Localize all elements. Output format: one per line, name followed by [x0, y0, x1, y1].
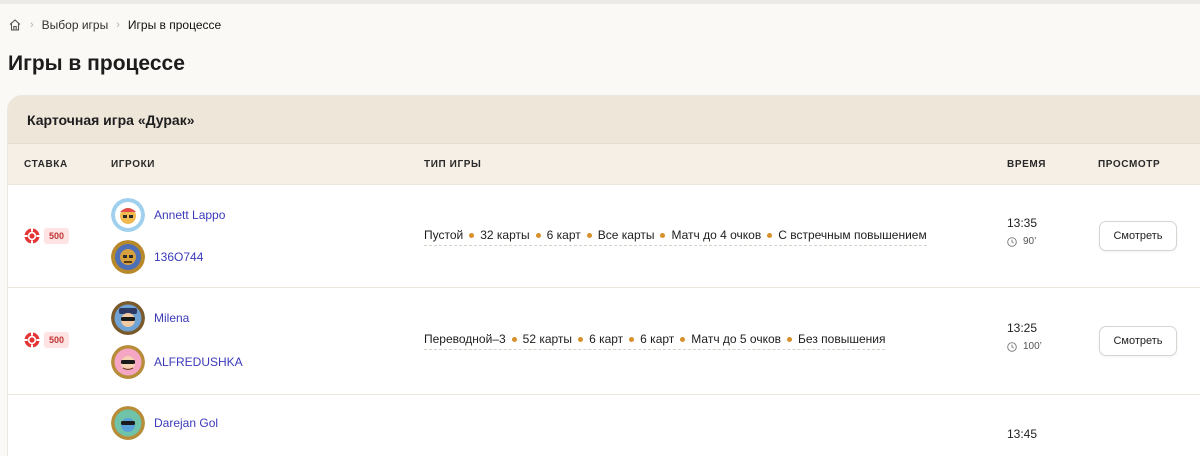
- start-time: 13:25: [1007, 321, 1038, 335]
- duration: 90’: [1007, 236, 1037, 247]
- home-icon[interactable]: [8, 18, 22, 32]
- game-type-tag: 6 карт: [546, 228, 581, 242]
- avatar[interactable]: [111, 240, 145, 274]
- bullet-dot: [511, 336, 517, 342]
- bullet-dot: [535, 232, 541, 238]
- watch-button[interactable]: Смотреть: [1099, 326, 1177, 356]
- bullet-dot: [469, 232, 475, 238]
- game-type-tag: 52 карты: [522, 332, 573, 346]
- column-stake: СТАВКА: [24, 159, 68, 170]
- stake-cell: 500: [24, 228, 70, 244]
- column-time: ВРЕМЯ: [1007, 159, 1047, 170]
- game-type-tag: Все карты: [597, 228, 655, 242]
- top-divider: [0, 0, 1200, 4]
- bullet-dot: [586, 232, 592, 238]
- poker-chip-icon: [24, 228, 40, 244]
- player-2: ALFREDUSHKA: [111, 345, 243, 379]
- game-type-tag: С встречным повышением: [778, 228, 927, 242]
- game-type-tag: 6 карт: [589, 332, 624, 346]
- bullet-dot: [578, 336, 584, 342]
- game-type-tag: Матч до 5 очков: [691, 332, 782, 346]
- avatar[interactable]: [111, 345, 145, 379]
- bullet-dot: [660, 232, 666, 238]
- clock-icon: [1007, 341, 1017, 352]
- breadcrumb-item-game-select[interactable]: Выбор игры: [42, 18, 109, 32]
- poker-chip-icon: [24, 332, 40, 348]
- bullet-dot: [629, 336, 635, 342]
- player-name[interactable]: Milena: [154, 311, 189, 325]
- stake-badge: 500: [44, 228, 70, 244]
- player-1: Milena: [111, 301, 189, 335]
- stake-cell: 500: [24, 332, 70, 348]
- game-type-tag: 32 карты: [480, 228, 530, 242]
- games-card: Карточная игра «Дурак» СТАВКА ИГРОКИ ТИП…: [8, 96, 1200, 456]
- game-type-tag: Матч до 4 очков: [671, 228, 762, 242]
- duration: 100’: [1007, 341, 1042, 352]
- time-cell: 13:35 90’: [1007, 216, 1037, 247]
- player-name[interactable]: 136O744: [154, 250, 203, 264]
- game-type-tag: Переводной–3: [424, 332, 506, 346]
- avatar[interactable]: [111, 301, 145, 335]
- bullet-dot: [680, 336, 686, 342]
- table-row: 500 Annett Lappo 136O744 Пустой 32 карты…: [8, 184, 1200, 288]
- breadcrumb-item-current: Игры в процессе: [127, 18, 222, 32]
- game-type-tag: Без повышения: [798, 332, 886, 346]
- player-name[interactable]: Annett Lappo: [154, 208, 225, 222]
- table-row: 500 Milena ALFREDUSHKA Переводной–3 52 к…: [8, 287, 1200, 395]
- chevron-right-icon: ›: [116, 19, 120, 31]
- column-game-type: ТИП ИГРЫ: [424, 159, 482, 170]
- game-type-tag: Пустой: [424, 228, 464, 242]
- duration-value: 100’: [1023, 341, 1042, 352]
- player-2: 136O744: [111, 240, 203, 274]
- avatar[interactable]: [111, 406, 145, 440]
- time-cell: 13:25 100’: [1007, 321, 1042, 352]
- clock-icon: [1007, 236, 1017, 247]
- page-title: Игры в процессе: [8, 52, 185, 75]
- player-name[interactable]: ALFREDUSHKA: [154, 355, 243, 369]
- player-1: Annett Lappo: [111, 198, 225, 232]
- game-type: Переводной–3 52 карты 6 карт 6 карт Матч…: [424, 332, 886, 350]
- duration-value: 90’: [1023, 236, 1037, 247]
- column-players: ИГРОКИ: [111, 159, 156, 170]
- start-time: 13:35: [1007, 216, 1038, 230]
- table-row: Darejan Gol 13:45: [8, 394, 1200, 456]
- card-title: Карточная игра «Дурак»: [8, 96, 1200, 143]
- column-view: ПРОСМОТР: [1098, 159, 1161, 170]
- chevron-right-icon: ›: [30, 19, 34, 31]
- game-type: Пустой 32 карты 6 карт Все карты Матч до…: [424, 228, 927, 246]
- game-type-tag: 6 карт: [640, 332, 675, 346]
- stake-badge: 500: [44, 332, 70, 348]
- watch-button[interactable]: Смотреть: [1099, 221, 1177, 251]
- player-name[interactable]: Darejan Gol: [154, 416, 218, 430]
- avatar[interactable]: [111, 198, 145, 232]
- player-1: Darejan Gol: [111, 406, 218, 440]
- bullet-dot: [767, 232, 773, 238]
- breadcrumb: › Выбор игры › Игры в процессе: [8, 17, 221, 33]
- bullet-dot: [787, 336, 793, 342]
- table-header: СТАВКА ИГРОКИ ТИП ИГРЫ ВРЕМЯ ПРОСМОТР: [8, 143, 1200, 185]
